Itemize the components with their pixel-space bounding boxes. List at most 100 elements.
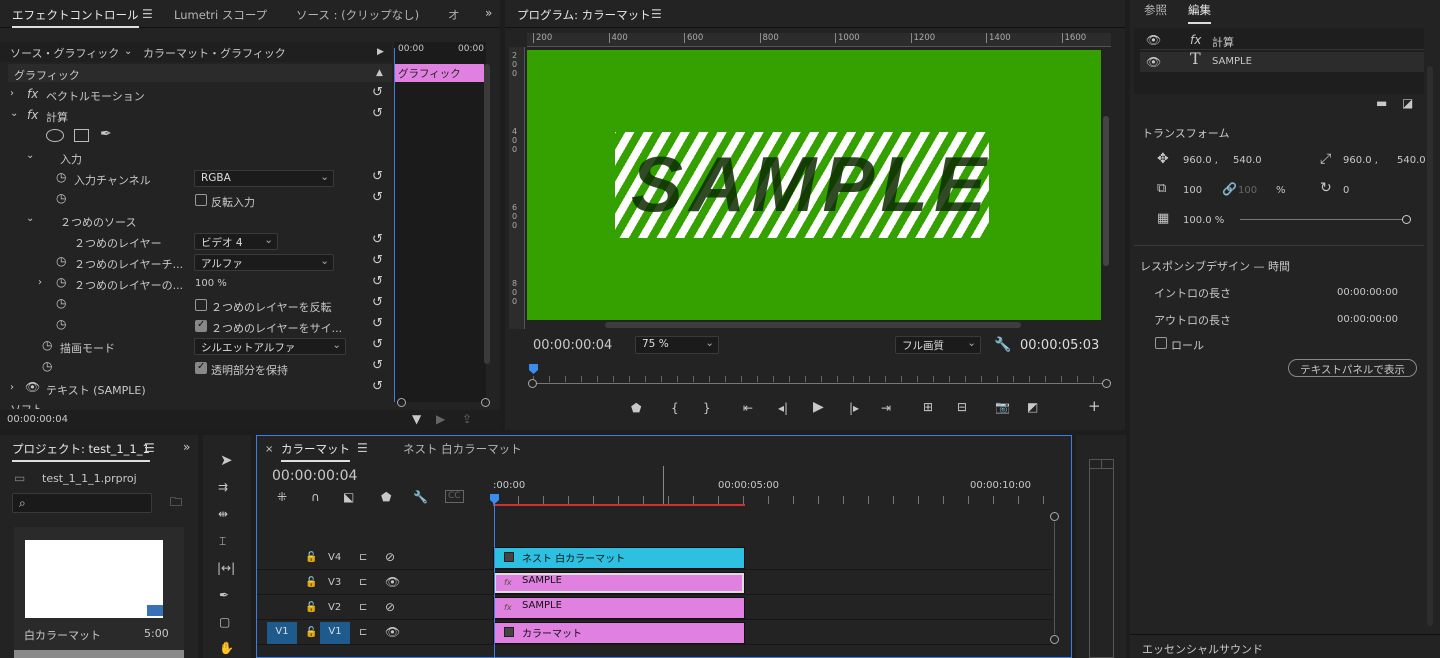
layer-row[interactable]: 👁 T SAMPLE [1140, 51, 1424, 72]
preserve-alpha-checkbox[interactable] [195, 361, 207, 374]
anchor-x[interactable]: 960.0 , [1343, 155, 1378, 166]
captions-icon[interactable]: CC [445, 490, 464, 503]
timeline-ruler[interactable]: :00:00 00:00:05:00 00:00:10:00 [493, 466, 1053, 510]
reset-icon[interactable]: ↺ [372, 253, 383, 268]
eye-icon[interactable]: 👁 [1146, 33, 1161, 47]
rectangle-mask-icon[interactable] [74, 129, 89, 142]
eye-hidden-icon[interactable]: ⊘ [385, 550, 395, 564]
anchor-y[interactable]: 540.0 [1397, 155, 1426, 166]
stopwatch-icon[interactable]: ◷ [56, 191, 66, 205]
position-y[interactable]: 540.0 [1233, 155, 1262, 166]
sync-lock-icon[interactable]: ⊏ [359, 576, 367, 590]
effect-timecode[interactable]: 00:00:00:04 [7, 414, 68, 425]
size-second-checkbox[interactable] [195, 319, 207, 332]
sync-lock-icon[interactable]: ⊏ [359, 601, 367, 615]
roll-checkbox[interactable] [1155, 337, 1167, 349]
input-channel-dropdown[interactable]: RGBA ⌄ [194, 170, 334, 187]
panel-menu-icon[interactable]: ☰ [142, 7, 153, 21]
track-select-tool-icon[interactable]: ⇉ [218, 480, 228, 494]
fx-icon[interactable]: fx [27, 108, 38, 122]
stopwatch-icon[interactable]: ◷ [56, 296, 66, 310]
blend-mode-dropdown[interactable]: シルエットアルファ ⌄ [194, 338, 346, 355]
pen-tool-icon[interactable]: ✒ [219, 588, 229, 602]
play-triangle-icon[interactable]: ▶ [377, 45, 384, 59]
timeline-vscroll-bottom[interactable] [1050, 635, 1059, 644]
stopwatch-icon[interactable]: ◷ [56, 170, 66, 184]
pen-mask-icon[interactable]: ✒ [100, 127, 112, 141]
eye-hidden-icon[interactable]: ⊘ [385, 600, 395, 614]
tab-overflow[interactable]: オ [448, 7, 460, 23]
reset-icon[interactable]: ↺ [372, 316, 383, 331]
layer-row[interactable]: 👁 fx 計算 [1140, 30, 1424, 50]
panel-menu-icon[interactable]: ☰ [651, 7, 662, 21]
step-forward-icon[interactable]: |▸ [849, 401, 859, 415]
selection-tool-icon[interactable]: ➤ [220, 453, 233, 468]
reset-icon[interactable]: ↺ [372, 232, 383, 247]
range-end-handle[interactable] [1102, 379, 1111, 388]
new-layer-icon[interactable]: ◪ [1402, 96, 1413, 110]
stopwatch-icon[interactable]: ◷ [42, 359, 52, 373]
scroll-knob-icon[interactable] [481, 398, 490, 407]
rotation-value[interactable]: 0 [1343, 185, 1349, 196]
clip-colormatte-v1[interactable]: カラーマット [493, 622, 745, 644]
link-icon[interactable]: 🔗 [1222, 182, 1237, 196]
extract-icon[interactable]: ⊟ [957, 400, 967, 414]
export-icon[interactable]: ⇪ [462, 412, 472, 426]
add-button-icon[interactable]: + [1088, 399, 1101, 414]
monitor-hscrollbar[interactable] [605, 322, 1021, 328]
chevron-down-icon[interactable]: ⌄ [124, 45, 132, 59]
position-icon[interactable]: ✥ [1157, 152, 1169, 166]
range-start-handle[interactable] [528, 379, 537, 388]
chevron-right-icon[interactable]: › [10, 87, 14, 101]
graphic-section-header[interactable]: グラフィック ▲ [8, 64, 392, 82]
mark-out-icon[interactable]: } [703, 401, 711, 415]
chevron-down-icon[interactable]: ⌄ [26, 212, 34, 226]
snap-icon[interactable]: ∩ [311, 490, 320, 504]
folder-icon[interactable]: ▬ [1376, 96, 1387, 110]
anchor-icon[interactable]: ⤢ [1320, 152, 1331, 166]
clip-nest[interactable]: ネスト 白カラーマット [493, 547, 745, 569]
program-timecode[interactable]: 00:00:00:04 [533, 338, 612, 353]
scale-icon[interactable]: ⧉ [1157, 182, 1166, 196]
opacity-slider-handle[interactable] [1402, 215, 1411, 224]
compare-icon[interactable]: ◩ [1027, 400, 1038, 414]
program-title[interactable]: プログラム: カラーマット [517, 7, 651, 23]
timeline-vscroll-top[interactable] [1050, 512, 1059, 521]
go-to-out-icon[interactable]: ⇥ [881, 401, 891, 415]
source-patch-v1[interactable]: V1 [267, 622, 297, 644]
stopwatch-icon[interactable]: ◷ [42, 338, 52, 352]
essential-sound-title[interactable]: エッセンシャルサウンド [1142, 641, 1263, 657]
eye-icon[interactable]: 👁 [385, 575, 400, 589]
invert-second-checkbox[interactable] [195, 299, 207, 311]
timeline-playhead[interactable] [494, 496, 495, 657]
collapse-up-icon[interactable]: ▲ [376, 66, 383, 80]
tab-sequence-colormatte[interactable]: カラーマット [281, 441, 350, 462]
second-layer-dropdown[interactable]: ビデオ 4 ⌄ [194, 233, 278, 250]
ellipse-mask-icon[interactable] [46, 129, 64, 142]
close-icon[interactable]: × [265, 443, 273, 457]
tab-edit[interactable]: 編集 [1188, 2, 1211, 24]
reset-icon[interactable]: ↺ [372, 358, 383, 373]
intro-value[interactable]: 00:00:00:00 [1337, 287, 1398, 298]
rectangle-tool-icon[interactable]: ▢ [219, 615, 230, 629]
tab-browse[interactable]: 参照 [1144, 2, 1167, 18]
wrench-icon[interactable]: 🔧 [994, 338, 1011, 352]
clip-sample-v3[interactable]: fx SAMPLE [493, 572, 745, 594]
reset-icon[interactable]: ↺ [372, 85, 383, 100]
opacity-icon[interactable]: ▦ [1157, 212, 1169, 226]
add-marker-icon[interactable]: ⬟ [631, 401, 641, 415]
invert-input-checkbox[interactable] [195, 194, 207, 206]
mini-scrollbar[interactable] [484, 64, 490, 364]
lock-icon[interactable]: 🔓 [305, 601, 317, 615]
scale-value[interactable]: 100 [1183, 185, 1202, 196]
add-marker-icon[interactable]: ⬟ [381, 490, 391, 504]
chevron-down-icon[interactable]: ⌄ [26, 149, 34, 163]
hand-tool-icon[interactable]: ✋ [219, 641, 234, 655]
zoom-dropdown[interactable]: 75 % ⌄ [635, 336, 719, 354]
scroll-knob-icon[interactable] [397, 398, 406, 407]
reset-icon[interactable]: ↺ [372, 337, 383, 352]
new-bin-icon[interactable]: 🗀 [170, 495, 182, 509]
source-label[interactable]: ソース・グラフィック [10, 45, 119, 61]
chevron-right-icon[interactable]: › [10, 381, 14, 395]
second-layer-opacity-value[interactable]: 100 % [195, 278, 227, 289]
